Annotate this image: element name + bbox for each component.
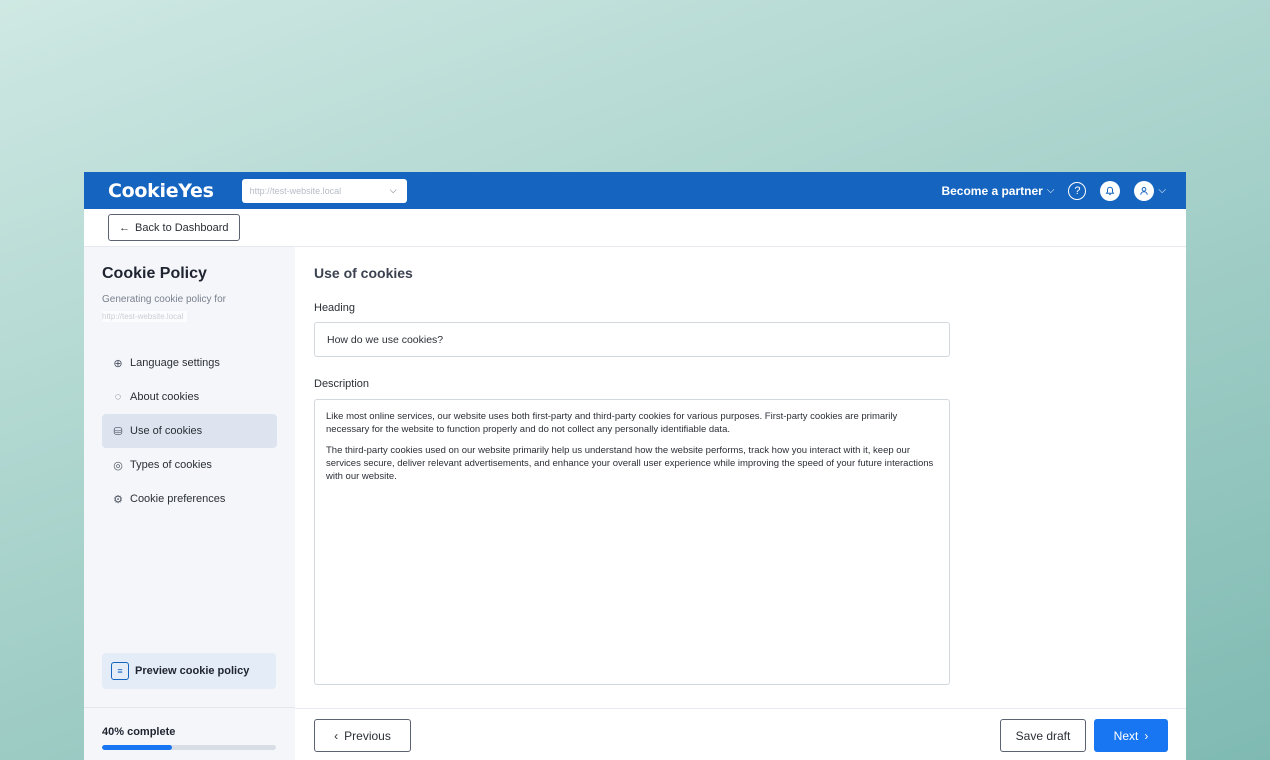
chevron-right-icon: ›: [1144, 728, 1149, 743]
heading-input[interactable]: [314, 322, 950, 357]
chevron-down-icon: ⌵: [389, 185, 397, 195]
gear-icon: ⚙: [113, 493, 123, 506]
types-icon: ◎: [113, 459, 123, 472]
arrow-left-icon: ←: [119, 221, 130, 234]
back-to-dashboard-button[interactable]: ← Back to Dashboard: [108, 214, 240, 241]
description-textarea[interactable]: Like most online services, our website u…: [314, 399, 950, 685]
chevron-down-icon: ⌵: [1158, 185, 1166, 196]
next-label: Next: [1113, 728, 1139, 743]
sidebar-item-language-settings[interactable]: ⊕ Language settings: [102, 346, 277, 380]
website-selector-value: http://test-website.local: [249, 185, 342, 196]
sidebar-item-types-of-cookies[interactable]: ◎ Types of cookies: [102, 448, 277, 482]
progress-label: 40% complete: [102, 726, 176, 738]
sidebar-divider: [84, 707, 295, 708]
sidebar-nav: ⊕ Language settings ◌ About cookies ⛁ Us…: [102, 346, 277, 516]
bell-glyph: [1106, 186, 1115, 195]
chevron-down-icon: ⌵: [1046, 185, 1055, 196]
sidebar-item-label: Language settings: [130, 357, 220, 369]
sidebar-item-label: Types of cookies: [130, 459, 212, 471]
help-icon[interactable]: ?: [1068, 181, 1087, 200]
sidebar-item-cookie-preferences[interactable]: ⚙ Cookie preferences: [102, 482, 277, 516]
user-menu[interactable]: ⌵: [1134, 180, 1166, 201]
sidebar-site-url: http://test-website.local: [102, 311, 188, 322]
preview-icon: ≡: [111, 662, 129, 680]
user-icon: [1134, 180, 1155, 201]
preview-cookie-policy-label: Preview cookie policy: [135, 665, 250, 677]
sidebar-item-about-cookies[interactable]: ◌ About cookies: [102, 380, 277, 414]
progress-bar: [102, 745, 276, 750]
cookies-use-icon: ⛁: [113, 425, 123, 438]
website-selector[interactable]: http://test-website.local ⌵: [241, 178, 407, 203]
sidebar: Cookie Policy Generating cookie policy f…: [84, 247, 295, 760]
main-content: Use of cookies Heading Description Like …: [314, 247, 1186, 760]
description-paragraph-2: The third-party cookies used on our webs…: [326, 445, 934, 482]
back-to-dashboard-label: Back to Dashboard: [135, 221, 229, 234]
become-partner-label: Become a partner: [941, 183, 1043, 198]
chevron-left-icon: ‹: [334, 728, 339, 743]
preview-cookie-policy-button[interactable]: ≡ Preview cookie policy: [102, 653, 276, 689]
sidebar-item-label: Use of cookies: [130, 425, 203, 437]
app-window: CookieYes http://test-website.local ⌵ Be…: [84, 172, 1186, 760]
previous-label: Previous: [344, 728, 391, 743]
cookieyes-logo[interactable]: CookieYes: [108, 180, 214, 202]
sidebar-item-use-of-cookies[interactable]: ⛁ Use of cookies: [102, 414, 277, 448]
next-button[interactable]: Next ›: [1094, 719, 1168, 752]
user-glyph: [1140, 186, 1149, 195]
sidebar-item-label: Cookie preferences: [130, 493, 226, 505]
section-title: Use of cookies: [314, 265, 413, 281]
top-navbar: CookieYes http://test-website.local ⌵ Be…: [84, 172, 1186, 209]
become-partner-menu[interactable]: Become a partner ⌵: [941, 184, 1054, 198]
progress-bar-fill: [102, 745, 172, 750]
globe-icon: ⊕: [113, 357, 123, 370]
bell-icon[interactable]: [1100, 180, 1121, 201]
description-paragraph-1: Like most online services, our website u…: [326, 411, 898, 435]
sidebar-subtitle: Generating cookie policy for: [102, 294, 226, 305]
description-label: Description: [314, 378, 370, 390]
save-draft-label: Save draft: [1015, 728, 1071, 743]
back-bar: ← Back to Dashboard: [84, 209, 1186, 247]
topbar-actions: Become a partner ⌵ ? ⌵: [941, 180, 1166, 201]
sidebar-title: Cookie Policy: [102, 265, 207, 282]
cookie-icon: ◌: [114, 391, 122, 403]
save-draft-button[interactable]: Save draft: [1000, 719, 1086, 752]
footer-bar: ‹ Previous Save draft Next ›: [295, 708, 1186, 760]
heading-label: Heading: [314, 302, 355, 314]
previous-button[interactable]: ‹ Previous: [314, 719, 411, 752]
sidebar-item-label: About cookies: [130, 391, 200, 403]
